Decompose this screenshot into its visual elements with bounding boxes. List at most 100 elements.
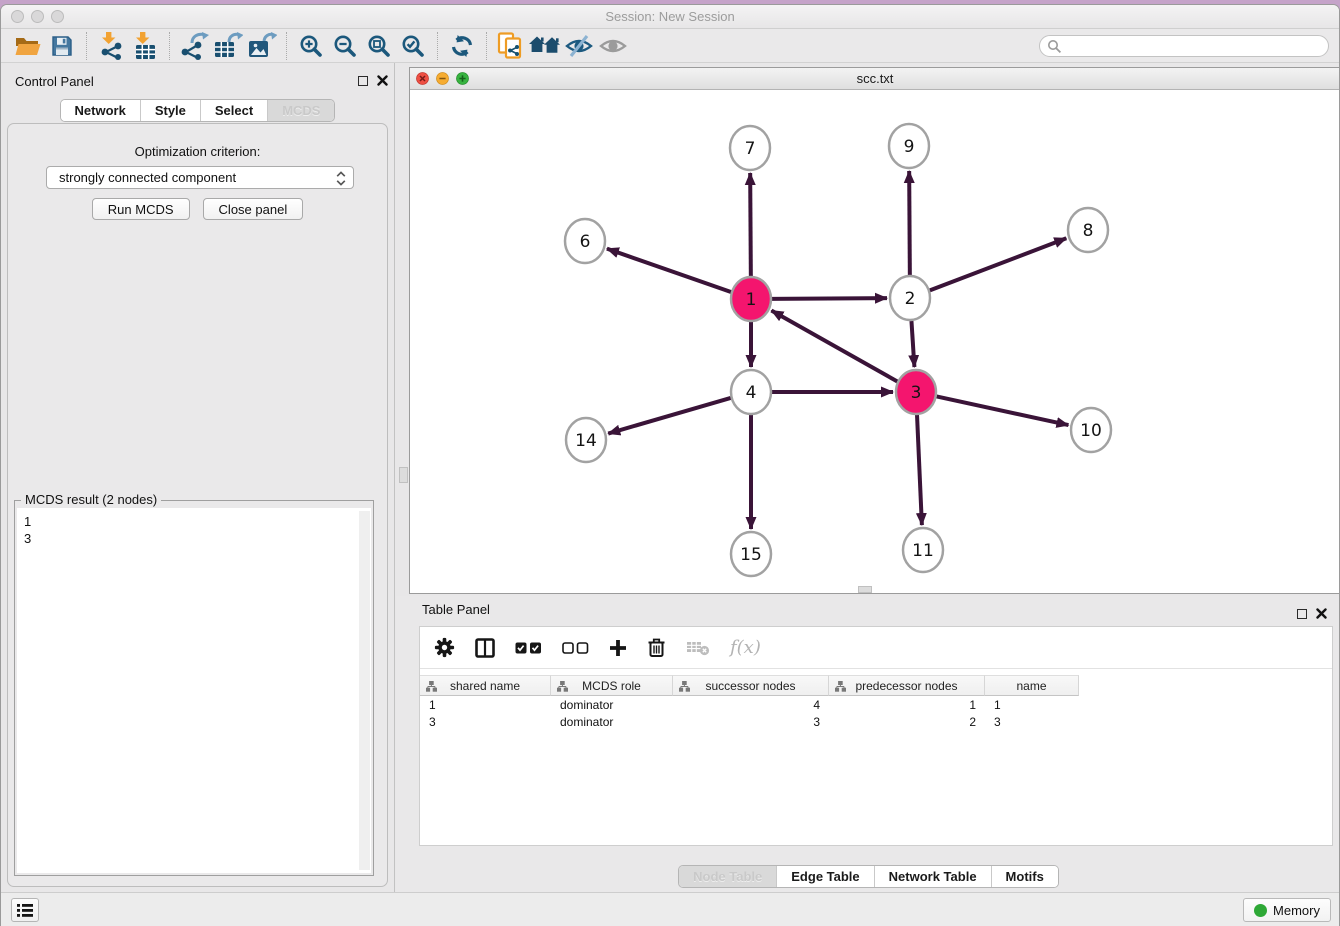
column-header-label: shared name xyxy=(450,679,520,693)
table-cell[interactable]: 2 xyxy=(829,714,985,731)
graph-edge-1-6[interactable] xyxy=(607,249,731,292)
table-settings-button[interactable] xyxy=(434,637,455,658)
show-all-networks-button[interactable] xyxy=(528,31,562,61)
float-table-panel-icon[interactable] xyxy=(1297,609,1307,619)
close-table-panel-icon[interactable] xyxy=(1316,608,1327,619)
zoom-selected-button[interactable] xyxy=(396,31,430,61)
node-table-container: f(x) shared name MCDS role successor nod… xyxy=(419,626,1333,846)
table-toolbar: f(x) xyxy=(420,627,1332,669)
show-graphics-details-button[interactable] xyxy=(596,31,630,61)
graph-edge-3-11[interactable] xyxy=(917,415,922,525)
table-cell[interactable]: 3 xyxy=(673,714,829,731)
criterion-dropdown[interactable]: strongly connected component xyxy=(46,166,354,189)
delete-table-button[interactable] xyxy=(686,639,710,656)
search-input[interactable] xyxy=(1039,35,1329,57)
table-cell[interactable]: 1 xyxy=(985,697,1079,714)
vertical-resize-grip[interactable] xyxy=(399,467,408,483)
table-cell[interactable]: dominator xyxy=(551,714,673,731)
graph-edge-1-7[interactable] xyxy=(750,173,751,276)
column-header-MCDS-role[interactable]: MCDS role xyxy=(551,675,673,696)
tab-network[interactable]: Network xyxy=(61,100,140,121)
export-table-icon xyxy=(213,32,243,60)
graph-edge-2-9[interactable] xyxy=(909,171,910,275)
save-session-button[interactable] xyxy=(45,31,79,61)
table-row-1[interactable]: 3dominator323 xyxy=(420,714,1332,731)
import-table-icon xyxy=(131,32,159,60)
graph-node-label-4: 4 xyxy=(746,383,757,403)
dropdown-stepper-icon xyxy=(336,171,346,186)
close-panel-button[interactable]: Close panel xyxy=(203,198,304,220)
list-icon xyxy=(17,903,33,918)
export-image-button[interactable] xyxy=(245,31,279,61)
trash-icon xyxy=(647,637,666,658)
table-cell[interactable]: 1 xyxy=(420,697,551,714)
column-header-shared-name[interactable]: shared name xyxy=(420,675,551,696)
delete-column-button[interactable] xyxy=(647,637,666,658)
zoom-fit-button[interactable] xyxy=(362,31,396,61)
graph-node-label-6: 6 xyxy=(580,232,591,252)
graph-node-label-1: 1 xyxy=(746,290,757,310)
tab-node-table[interactable]: Node Table xyxy=(679,866,776,887)
table-cell[interactable]: dominator xyxy=(551,697,673,714)
columns-icon xyxy=(475,638,495,658)
column-header-predecessor-nodes[interactable]: predecessor nodes xyxy=(829,675,985,696)
refresh-button[interactable] xyxy=(445,31,479,61)
graph-edge-1-2[interactable] xyxy=(772,298,887,299)
memory-button[interactable]: Memory xyxy=(1243,898,1331,922)
open-session-button[interactable] xyxy=(11,31,45,61)
graph-edge-2-8[interactable] xyxy=(930,238,1066,290)
result-scrollbar[interactable] xyxy=(359,511,370,870)
column-type-icon xyxy=(679,681,690,692)
document-network-icon xyxy=(497,32,525,60)
graph-edge-4-14[interactable] xyxy=(608,398,730,434)
column-header-label: predecessor nodes xyxy=(855,679,957,693)
column-header-label: name xyxy=(1016,679,1046,693)
tab-motifs[interactable]: Motifs xyxy=(991,866,1058,887)
mcds-panel: Optimization criterion: strongly connect… xyxy=(7,123,388,887)
function-builder-button[interactable]: f(x) xyxy=(730,637,761,658)
column-header-successor-nodes[interactable]: successor nodes xyxy=(673,675,829,696)
main-titlebar: Session: New Session xyxy=(1,5,1339,29)
horizontal-resize-grip[interactable] xyxy=(858,586,872,593)
tab-mcds[interactable]: MCDS xyxy=(267,100,334,121)
table-cell[interactable]: 3 xyxy=(420,714,551,731)
duplicate-network-button[interactable] xyxy=(494,31,528,61)
export-network-button[interactable] xyxy=(177,31,211,61)
memory-label: Memory xyxy=(1273,903,1320,918)
tab-network-table[interactable]: Network Table xyxy=(874,866,991,887)
close-panel-icon[interactable] xyxy=(377,75,388,86)
gear-icon xyxy=(434,637,455,658)
import-network-button[interactable] xyxy=(94,31,128,61)
mcds-result-textarea[interactable]: 1 3 xyxy=(17,508,371,873)
graph-edge-2-3[interactable] xyxy=(911,321,914,367)
graph-edge-3-1[interactable] xyxy=(771,311,897,382)
tab-select[interactable]: Select xyxy=(200,100,267,121)
show-column-panel-button[interactable] xyxy=(475,638,495,658)
network-canvas[interactable]: 7968124314101511 xyxy=(410,90,1340,593)
export-table-button[interactable] xyxy=(211,31,245,61)
table-cell[interactable]: 4 xyxy=(673,697,829,714)
tab-style[interactable]: Style xyxy=(140,100,200,121)
refresh-icon xyxy=(450,34,474,58)
float-panel-icon[interactable] xyxy=(358,76,368,86)
zoom-in-button[interactable] xyxy=(294,31,328,61)
graph-node-label-8: 8 xyxy=(1083,221,1094,241)
zoom-out-button[interactable] xyxy=(328,31,362,61)
deselect-all-rows-button[interactable] xyxy=(562,642,589,654)
tab-edge-table[interactable]: Edge Table xyxy=(776,866,873,887)
table-cell[interactable]: 1 xyxy=(829,697,985,714)
network-window-titlebar[interactable]: scc.txt xyxy=(410,68,1340,90)
table-cell[interactable]: 3 xyxy=(985,714,1079,731)
toolbar-separator xyxy=(169,32,170,60)
table-row-0[interactable]: 1dominator411 xyxy=(420,697,1332,714)
column-header-name[interactable]: name xyxy=(985,675,1079,696)
import-network-icon xyxy=(97,32,125,60)
graph-edge-3-10[interactable] xyxy=(937,396,1069,425)
run-mcds-button[interactable]: Run MCDS xyxy=(92,198,190,220)
hide-graphics-details-button[interactable] xyxy=(562,31,596,61)
select-all-rows-button[interactable] xyxy=(515,642,542,654)
create-column-button[interactable] xyxy=(609,639,627,657)
task-history-button[interactable] xyxy=(11,898,39,922)
table-header-row: shared name MCDS role successor nodes pr… xyxy=(420,675,1079,696)
import-table-button[interactable] xyxy=(128,31,162,61)
